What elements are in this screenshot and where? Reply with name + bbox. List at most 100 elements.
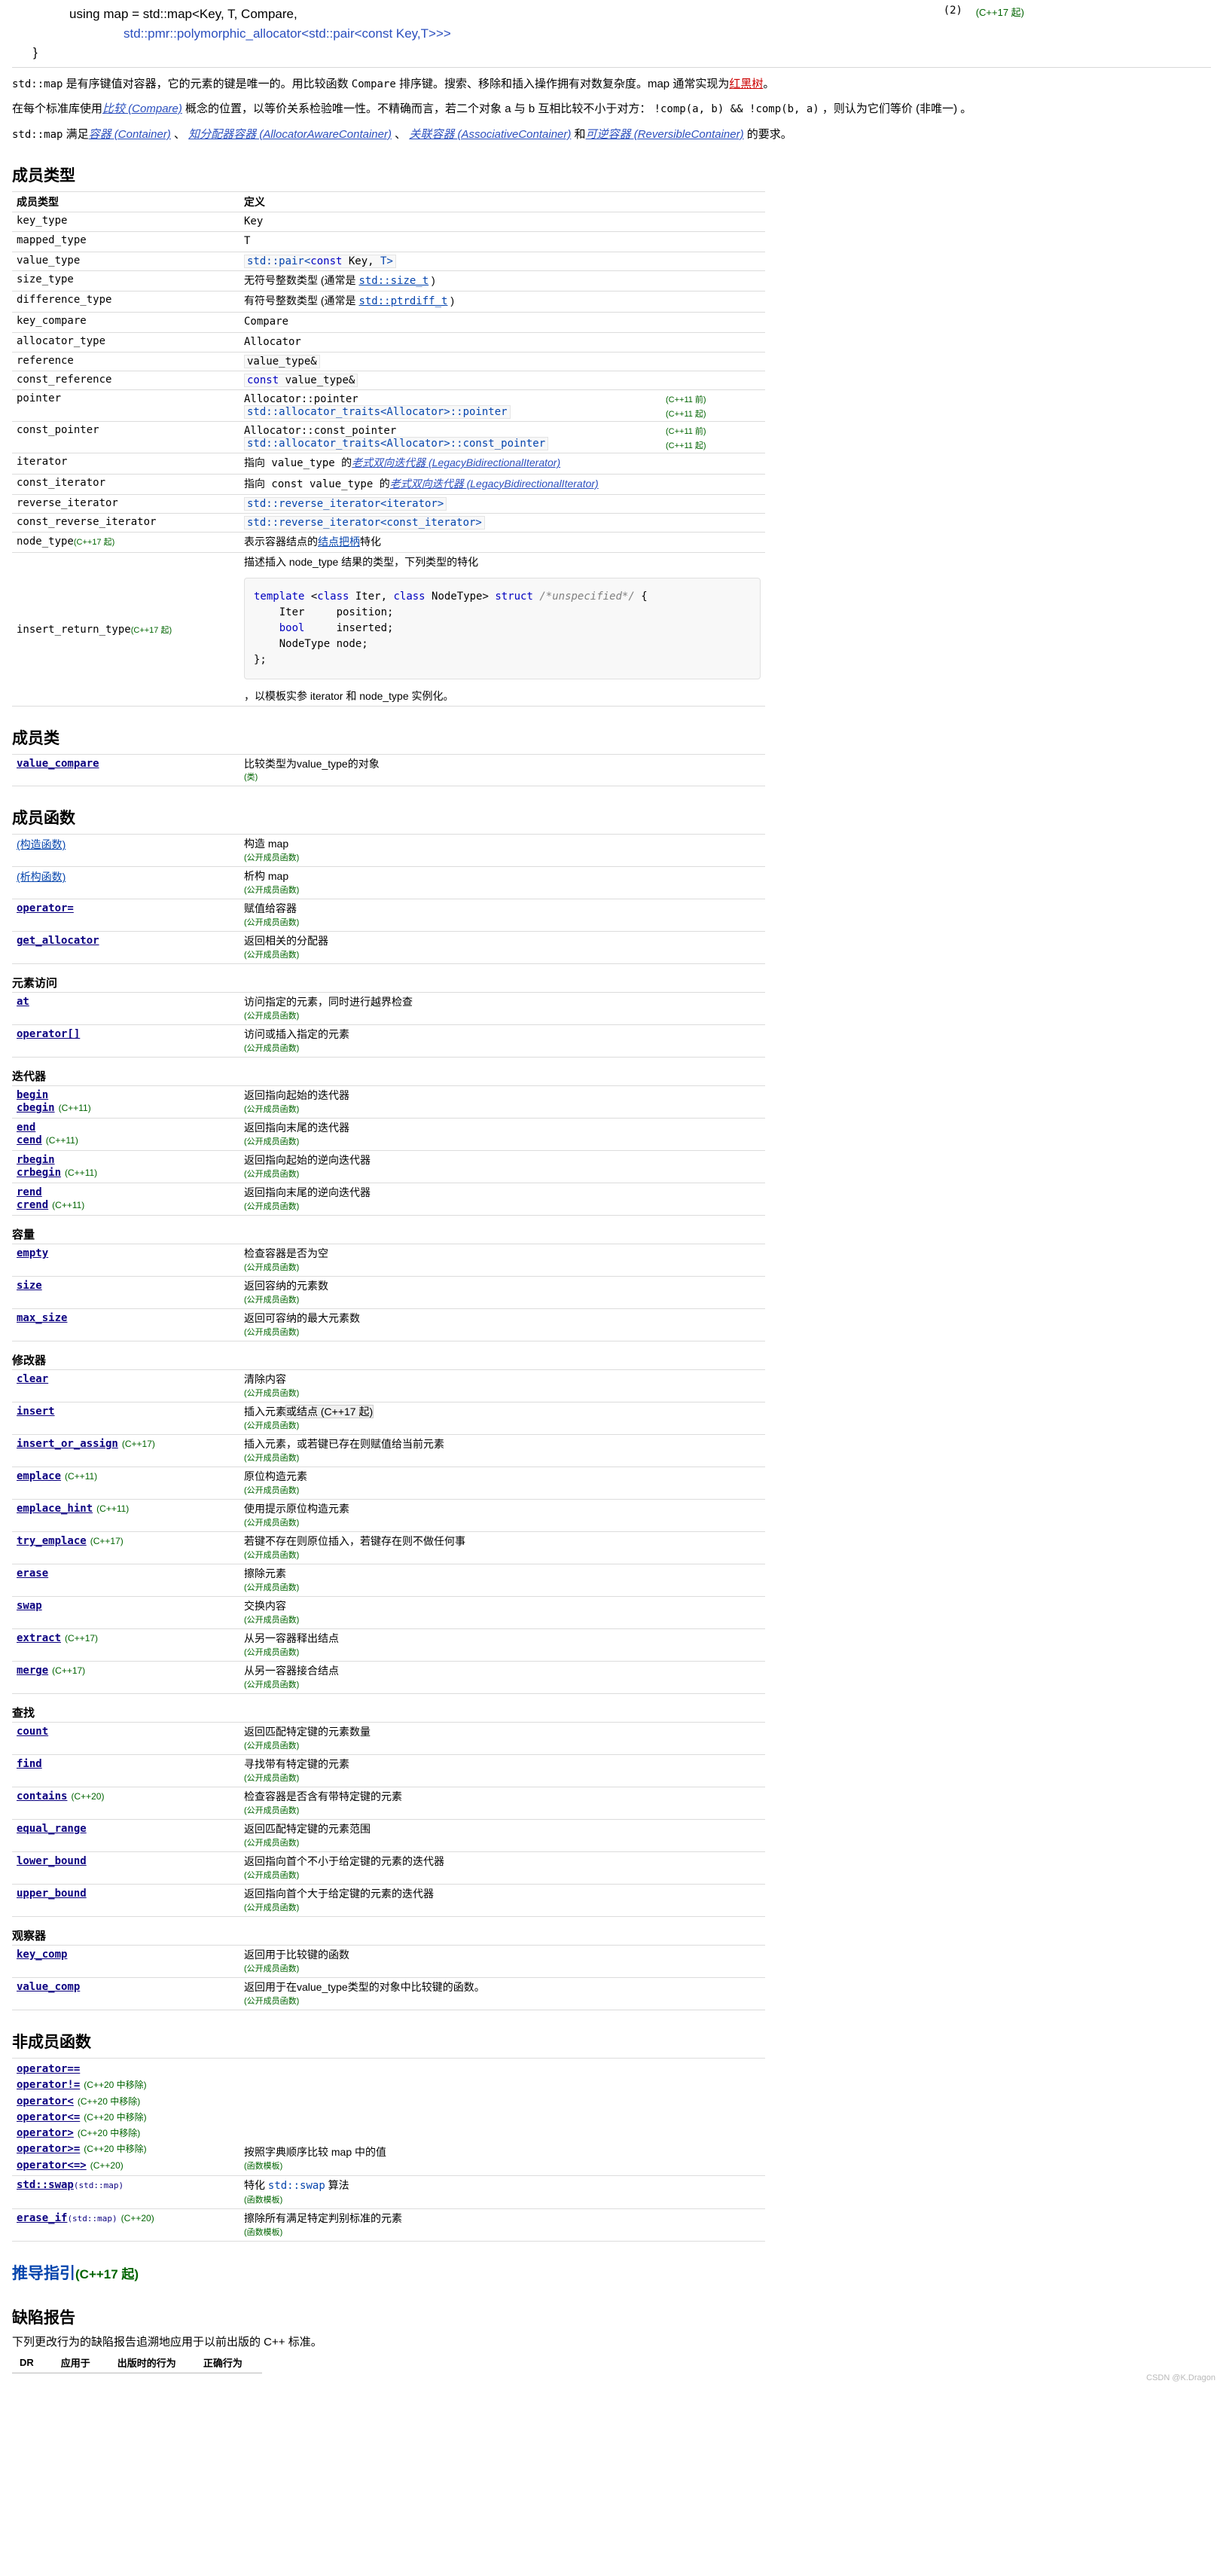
link-operator-le[interactable]: operator<= <box>17 2111 80 2123</box>
fn-desc: 擦除元素 (公开成员函数) <box>239 1564 765 1598</box>
link-clear[interactable]: clear <box>17 1373 48 1385</box>
code-text: NodeType> <box>425 590 496 603</box>
link-constructor[interactable]: (构造函数) <box>17 838 66 850</box>
link-operator-lt[interactable]: operator< <box>17 2095 74 2107</box>
link-legacy-bidirectional-iterator[interactable]: 老式双向迭代器 (LegacyBidirectionalIterator) <box>390 478 599 490</box>
link-emplace[interactable]: emplace <box>17 1470 61 1482</box>
table-row: count 返回匹配特定键的元素数量 (公开成员函数) <box>12 1722 765 1756</box>
link-operator-gt[interactable]: operator> <box>17 2127 74 2139</box>
link-emplace-hint[interactable]: emplace_hint <box>17 1503 93 1515</box>
synopsis-line-2-text[interactable]: std::pmr::polymorphic_allocator<std::pai… <box>124 26 451 41</box>
link-max-size[interactable]: max_size <box>17 1312 67 1324</box>
link-container[interactable]: 容器 (Container) <box>89 128 171 141</box>
link-allocator-aware-container[interactable]: 知分配器容器 (AllocatorAwareContainer) <box>188 128 392 141</box>
member-type-name-cell: node_type(C++17 起) <box>12 532 239 553</box>
link-std-swap[interactable]: std::swap <box>17 2179 74 2191</box>
const-pointer-variant-post11: std::allocator_traits<Allocator>::const_… <box>244 437 761 451</box>
fn-name-cell: clear <box>12 1369 239 1403</box>
link-operator-subscript[interactable]: operator[] <box>17 1028 80 1040</box>
link-node-handle[interactable]: 结点把柄 <box>318 536 360 548</box>
link-begin[interactable]: begin <box>17 1089 48 1101</box>
fn-desc: 若键不存在则原位插入，若键存在则不做任何事 (公开成员函数) <box>239 1531 765 1565</box>
code-line-position: Iter position; <box>254 606 394 618</box>
traits-suffix: ::const_pointer <box>450 438 546 450</box>
keyword-const: const <box>247 374 279 387</box>
link-find[interactable]: find <box>17 1758 42 1770</box>
link-contains[interactable]: contains <box>17 1790 67 1802</box>
insert-return-type-code-block: template <class Iter, class NodeType> st… <box>244 577 761 679</box>
table-row: emplace_hint (C++11) 使用提示原位构造元素 (公开成员函数) <box>12 1499 765 1533</box>
link-operator-spaceship[interactable]: operator<=> <box>17 2159 87 2172</box>
table-row: insert 插入元素或结点 (C++17 起) (公开成员函数) <box>12 1402 765 1436</box>
table-row: insert_return_type(C++17 起) 描述插入 node_ty… <box>12 551 765 707</box>
desc-text: 返回指向末尾的逆向迭代器 <box>244 1186 371 1199</box>
link-insert-or-assign[interactable]: insert_or_assign <box>17 1438 118 1450</box>
member-type-name: value_type <box>12 251 239 271</box>
version-tag: (C++20) <box>90 2159 124 2171</box>
version-tag: (C++20) <box>120 2213 154 2224</box>
link-rbegin[interactable]: rbegin <box>17 1154 55 1166</box>
link-insert[interactable]: insert <box>17 1406 55 1418</box>
link-upper-bound[interactable]: upper_bound <box>17 1888 87 1900</box>
link-value-compare[interactable]: value_compare <box>17 758 99 770</box>
desc-text: 返回容纳的元素数 <box>244 1280 328 1293</box>
link-std-size-t[interactable]: std::size_t <box>358 275 429 287</box>
fn-desc: 从另一容器接合结点 (公开成员函数) <box>239 1661 765 1695</box>
link-operator-ge[interactable]: operator>= <box>17 2143 80 2155</box>
fn-name-cell: operator= <box>12 899 239 932</box>
intro-p2-code: !comp(a, b) && !comp(b, a) <box>654 103 819 116</box>
table-row: (析构函数) 析构 map (公开成员函数) <box>12 866 765 900</box>
link-lower-bound[interactable]: lower_bound <box>17 1855 87 1867</box>
link-red-black-tree[interactable]: 红黑树 <box>729 78 763 90</box>
link-operator-eq[interactable]: operator== <box>17 2063 80 2075</box>
link-associative-container[interactable]: 关联容器 (AssociativeContainer) <box>409 128 571 141</box>
link-erase[interactable]: erase <box>17 1567 48 1579</box>
link-erase-if[interactable]: erase_if <box>17 2212 67 2224</box>
table-row: key_comp 返回用于比较键的函数 (公开成员函数) <box>12 1945 765 1979</box>
link-try-emplace[interactable]: try_emplace <box>17 1535 87 1547</box>
link-legacy-bidirectional-iterator[interactable]: 老式双向迭代器 (LegacyBidirectionalIterator) <box>352 456 560 469</box>
link-count[interactable]: count <box>17 1726 48 1738</box>
operators-name-cell: operator== operator!= (C++20 中移除) operato… <box>12 2057 239 2177</box>
link-cbegin[interactable]: cbegin <box>17 1102 55 1114</box>
link-key-comp[interactable]: key_comp <box>17 1949 67 1961</box>
intro-p1-compare: Compare <box>351 78 396 90</box>
link-end[interactable]: end <box>17 1122 35 1134</box>
link-crbegin[interactable]: crbegin <box>17 1167 61 1179</box>
synopsis-number: (2) <box>943 5 962 17</box>
link-cend[interactable]: cend <box>17 1134 42 1146</box>
intro-p3-sep-1: 、 <box>170 127 189 141</box>
fn-desc: 寻找带有特定键的元素 (公开成员函数) <box>239 1754 765 1788</box>
table-row: erase 擦除元素 (公开成员函数) <box>12 1564 765 1598</box>
link-merge[interactable]: merge <box>17 1665 48 1677</box>
link-crend[interactable]: crend <box>17 1199 48 1211</box>
intro-p1-std-map: std::map <box>12 78 63 90</box>
version-tag-post11: (C++11 起) <box>666 410 706 420</box>
link-get-allocator[interactable]: get_allocator <box>17 935 99 947</box>
link-subscript: (std::map) <box>73 2181 124 2191</box>
link-empty[interactable]: empty <box>17 1247 48 1259</box>
link-rend[interactable]: rend <box>17 1186 42 1198</box>
member-kind: (公开成员函数) <box>244 1647 300 1657</box>
node-type-prefix: 表示容器结点的 <box>244 536 318 548</box>
traits-prefix: std::allocator_traits<Allocator> <box>247 438 450 450</box>
link-size[interactable]: size <box>17 1280 42 1292</box>
subheading-modifiers: 修改器 <box>12 1354 47 1368</box>
link-operator-ne[interactable]: operator!= <box>17 2079 80 2091</box>
intro-paragraph-1: std::map 是有序键值对容器，它的元素的键是唯一的。用比较函数 Compa… <box>12 75 1211 93</box>
link-extract[interactable]: extract <box>17 1632 61 1644</box>
table-row: operator[] 访问或插入指定的元素 (公开成员函数) <box>12 1024 765 1058</box>
link-destructor[interactable]: (析构函数) <box>17 871 66 883</box>
subheading-lookup: 查找 <box>12 1707 35 1720</box>
link-value-comp[interactable]: value_comp <box>17 1981 80 1993</box>
link-swap[interactable]: swap <box>17 1600 42 1612</box>
link-equal-range[interactable]: equal_range <box>17 1823 87 1835</box>
link-deduction-guides[interactable]: 推导指引 <box>12 2265 75 2282</box>
table-row: end cend (C++11) 返回指向末尾的迭代器 (公开成员函数) <box>12 1118 765 1152</box>
link-at[interactable]: at <box>17 996 29 1008</box>
link-operator-assign[interactable]: operator= <box>17 902 74 914</box>
link-std-ptrdiff-t[interactable]: std::ptrdiff_t <box>358 295 447 307</box>
traits-suffix: ::pointer <box>450 406 508 419</box>
link-compare-concept[interactable]: 比较 (Compare) <box>102 102 182 115</box>
link-reversible-container[interactable]: 可逆容器 (ReversibleContainer) <box>586 128 744 141</box>
